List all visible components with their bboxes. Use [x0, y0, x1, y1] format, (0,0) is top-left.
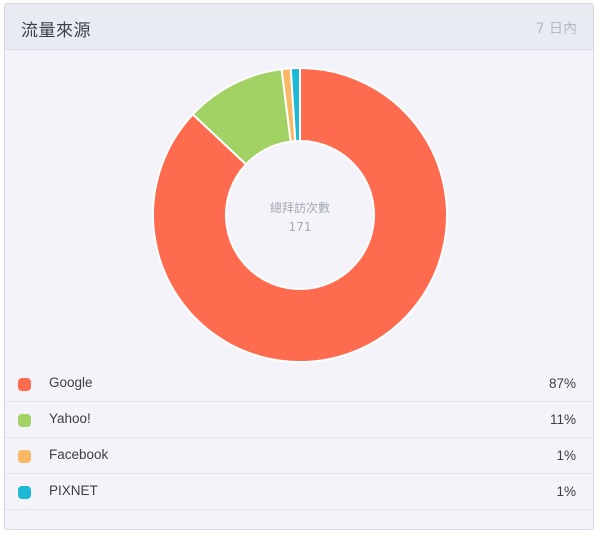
traffic-sources-card: 流量來源 7 日內 總拜訪次數 171 Google 87% Yahoo! 11% Fa… [4, 3, 594, 530]
legend-row-yahoo[interactable]: Yahoo! 11% [5, 402, 593, 438]
legend-percent: 87% [548, 376, 576, 391]
legend-swatch [18, 450, 31, 463]
legend: Google 87% Yahoo! 11% Facebook 1% PIXNET 1% [5, 366, 593, 510]
legend-percent: 1% [556, 448, 576, 463]
legend-label: PIXNET [49, 483, 98, 498]
legend-label: Google [49, 375, 93, 390]
donut-center-title: 總拜訪次數 [270, 200, 330, 215]
legend-swatch [18, 486, 31, 499]
card-header: 流量來源 7 日內 [5, 4, 593, 50]
period-label: 7 日內 [535, 21, 577, 37]
donut-center-value: 171 [289, 220, 312, 234]
legend-swatch [18, 414, 31, 427]
legend-row-facebook[interactable]: Facebook 1% [5, 438, 593, 474]
legend-percent: 11% [549, 412, 576, 427]
legend-percent: 1% [556, 484, 576, 499]
legend-label: Yahoo! [49, 411, 91, 426]
legend-row-pixnet[interactable]: PIXNET 1% [5, 474, 593, 510]
legend-label: Facebook [49, 447, 109, 462]
donut-chart: 總拜訪次數 171 [5, 50, 593, 370]
legend-row-google[interactable]: Google 87% [5, 366, 593, 402]
legend-swatch [18, 378, 31, 391]
card-title: 流量來源 [21, 21, 91, 41]
